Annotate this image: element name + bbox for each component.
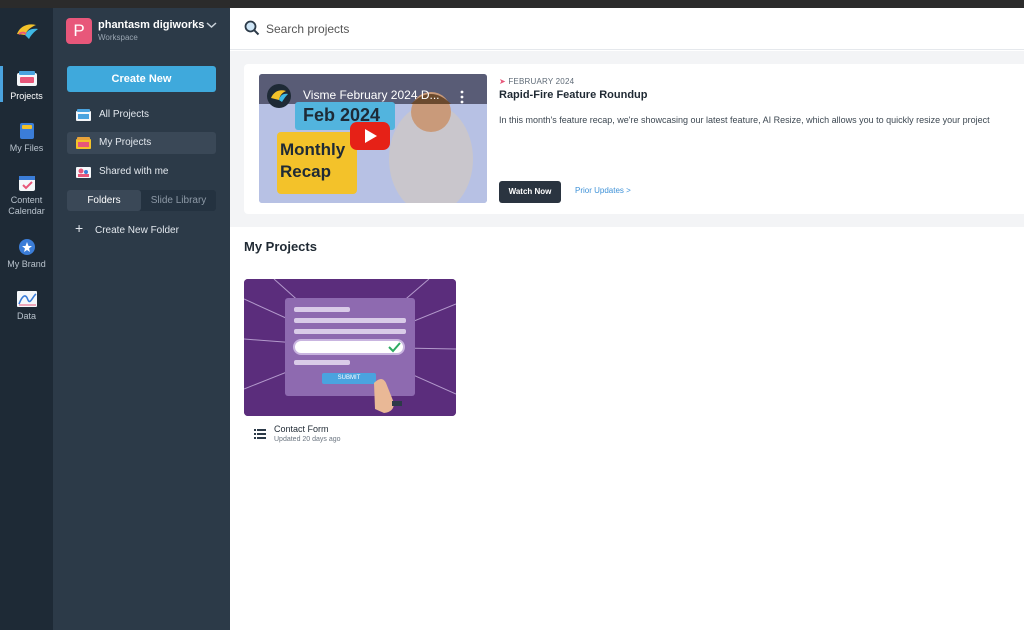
visme-logo-icon[interactable]: [14, 20, 40, 42]
tab-folders[interactable]: Folders: [67, 190, 141, 211]
rail-label-data: Data: [16, 311, 36, 321]
browser-top-strip: [0, 0, 1024, 8]
video-title: Visme February 2024 D...: [303, 88, 440, 102]
workspace-switcher[interactable]: P phantasm digiworks Workspace: [66, 17, 226, 45]
sidebar-item-all-projects[interactable]: All Projects: [67, 104, 216, 126]
brand-icon: [18, 239, 35, 255]
prior-updates-link[interactable]: Prior Updates >: [575, 186, 631, 195]
sidebar-item-label: My Projects: [99, 137, 152, 148]
form-list-icon: [254, 429, 266, 439]
rail-label-projects: Projects: [10, 91, 43, 101]
files-icon: [19, 123, 34, 139]
tab-slide-library[interactable]: Slide Library: [141, 190, 216, 211]
create-new-folder-button[interactable]: + Create New Folder: [75, 220, 179, 236]
my-projects-icon: [76, 137, 91, 149]
thumb-recap-line2: Recap: [280, 162, 332, 181]
watch-now-button[interactable]: Watch Now: [499, 181, 561, 203]
rail-item-my-brand[interactable]: My Brand: [0, 238, 53, 270]
feature-update-banner: Visme February 2024 D... Feb 2024 Monthl…: [244, 64, 1024, 214]
app-rail: Projects My Files Content Calendar My Br…: [0, 8, 53, 630]
banner-tag-text: FEBRUARY 2024: [508, 77, 575, 86]
announcement-area: Visme February 2024 D... Feb 2024 Monthl…: [230, 51, 1024, 227]
section-title: My Projects: [244, 239, 317, 254]
sidebar-item-label: Shared with me: [99, 166, 169, 177]
create-new-folder-label: Create New Folder: [95, 225, 179, 236]
shared-icon: [76, 167, 91, 178]
project-updated: Updated 20 days ago: [274, 436, 341, 443]
thumb-recap-line1: Monthly: [280, 140, 346, 159]
rail-label-content-calendar: Content Calendar: [8, 195, 45, 216]
workspace-avatar: P: [66, 18, 92, 44]
sidebar-item-label: All Projects: [99, 109, 150, 120]
rail-item-my-files[interactable]: My Files: [0, 122, 53, 154]
project-name: Contact Form: [274, 424, 329, 434]
create-new-button[interactable]: Create New: [67, 66, 216, 92]
banner-title: Rapid-Fire Feature Roundup: [499, 89, 648, 101]
rocket-icon: ➤: [499, 77, 506, 86]
thumb-date-text: Feb 2024: [303, 105, 381, 125]
workspace-subtitle: Workspace: [98, 33, 138, 42]
rail-label-my-files: My Files: [9, 143, 44, 153]
search-icon: [244, 20, 260, 36]
folder-tabs: Folders Slide Library: [67, 190, 216, 211]
rail-label-my-brand: My Brand: [7, 259, 46, 269]
workspace-name: phantasm digiworks: [98, 19, 205, 31]
projects-icon: [16, 71, 37, 86]
video-thumbnail[interactable]: Visme February 2024 D... Feb 2024 Monthl…: [259, 74, 487, 203]
rail-item-projects[interactable]: Projects: [0, 70, 53, 102]
contact-form-art: [244, 279, 456, 416]
project-card[interactable]: SUBMIT Contact Form Updated 20 days ago: [244, 279, 456, 449]
project-thumbnail[interactable]: SUBMIT: [244, 279, 456, 416]
chevron-down-icon: [206, 22, 217, 29]
main-content: Visme February 2024 D... Feb 2024 Monthl…: [230, 8, 1024, 630]
plus-icon: +: [75, 220, 84, 236]
sidebar-item-shared-with-me[interactable]: Shared with me: [67, 161, 216, 183]
calendar-icon: [18, 176, 35, 191]
search-bar: [230, 8, 1024, 50]
all-projects-icon: [76, 109, 91, 121]
sidebar: P phantasm digiworks Workspace Create Ne…: [53, 8, 230, 630]
thumb-submit-label: SUBMIT: [337, 375, 361, 381]
rail-item-content-calendar[interactable]: Content Calendar: [0, 174, 53, 217]
search-input[interactable]: [266, 18, 666, 40]
banner-tag: ➤ FEBRUARY 2024: [499, 77, 574, 86]
sidebar-item-my-projects[interactable]: My Projects: [67, 132, 216, 154]
rail-item-data[interactable]: Data: [0, 290, 53, 322]
data-icon: [16, 291, 37, 307]
banner-description: In this month's feature recap, we're sho…: [499, 115, 990, 125]
